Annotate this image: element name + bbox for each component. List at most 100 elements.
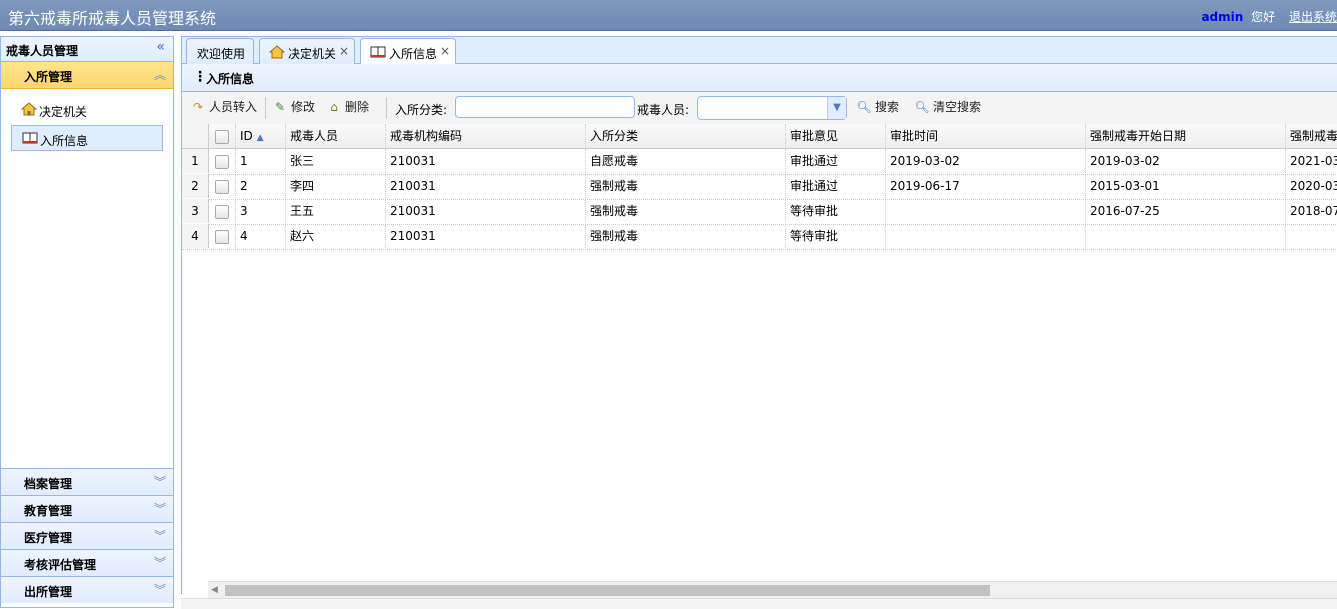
double-chevron-down-icon[interactable]: ︾ — [154, 554, 166, 571]
cell-start-date: 2015-03-01 — [1086, 174, 1286, 198]
cell-name: 王五 — [286, 199, 386, 223]
cell-org-code: 210031 — [386, 174, 586, 198]
app-title: 第六戒毒所戒毒人员管理系统 — [8, 9, 217, 28]
accordion-title: 医疗管理 — [24, 531, 73, 545]
sidebar-title: 戒毒人员管理 — [6, 44, 79, 58]
row-checkbox[interactable] — [209, 149, 236, 173]
book-icon — [22, 132, 38, 144]
cell-category: 强制戒毒 — [586, 199, 786, 223]
table-row[interactable]: 1 1 张三 210031 自愿戒毒 审批通过 2019-03-02 2019-… — [182, 149, 1337, 175]
data-grid: ID ▲ 戒毒人员 戒毒机构编码 入所分类 审批意见 审批时间 强制戒毒开始日期 … — [181, 124, 1337, 594]
cell-approval-time — [886, 199, 1086, 223]
user-area: admin 您好 退出系统 — [1201, 8, 1337, 25]
double-chevron-down-icon[interactable]: ︾ — [154, 581, 166, 598]
accordion-education[interactable]: 教育管理 ︾ — [1, 495, 173, 522]
double-chevron-down-icon[interactable]: ︾ — [154, 500, 166, 517]
row-number: 4 — [182, 224, 209, 248]
cell-category: 强制戒毒 — [586, 224, 786, 248]
column-header-org-code[interactable]: 戒毒机构编码 — [386, 124, 586, 148]
button-label: 修改 — [291, 100, 316, 114]
tab-decision-authority[interactable]: 决定机关 × — [259, 38, 355, 64]
search-icon: 🔍︎ — [856, 100, 872, 114]
redo-arrow-icon: ↷ — [192, 100, 204, 114]
cell-end-date — [1286, 224, 1337, 248]
table-row[interactable]: 2 2 李四 210031 强制戒毒 审批通过 2019-06-17 2015-… — [182, 174, 1337, 200]
trash-icon: ⌂ — [330, 100, 338, 114]
accordion-archive[interactable]: 档案管理 ︾ — [1, 468, 173, 495]
cell-end-date: 2018-07 — [1286, 199, 1337, 223]
search-icon: 🔍︎ — [914, 100, 930, 114]
double-chevron-down-icon[interactable]: ︾ — [154, 473, 166, 490]
sidebar-item-label: 决定机关 — [39, 105, 88, 119]
tab-entry-info[interactable]: 入所信息 × — [360, 38, 456, 65]
column-header-end-date[interactable]: 强制戒毒 — [1286, 124, 1337, 148]
column-header-name[interactable]: 戒毒人员 — [286, 124, 386, 148]
double-chevron-left-icon[interactable]: « — [156, 39, 165, 55]
clear-search-button[interactable]: 🔍︎ 清空搜索 — [914, 98, 981, 115]
tab-welcome[interactable]: 欢迎使用 — [186, 38, 254, 64]
row-checkbox[interactable] — [209, 174, 236, 198]
cell-org-code: 210031 — [386, 199, 586, 223]
column-header-category[interactable]: 入所分类 — [586, 124, 786, 148]
pencil-icon: ✎ — [274, 100, 286, 114]
cell-id: 3 — [236, 199, 286, 223]
header-label: ID — [240, 129, 253, 143]
row-number: 2 — [182, 174, 209, 198]
accordion-assessment[interactable]: 考核评估管理 ︾ — [1, 549, 173, 576]
select-all-checkbox[interactable] — [209, 124, 236, 148]
edit-button[interactable]: ✎ 修改 — [272, 98, 315, 115]
cell-start-date — [1086, 224, 1286, 248]
cell-approval-time: 2019-06-17 — [886, 174, 1086, 198]
delete-button[interactable]: ⌂ 删除 — [326, 98, 369, 115]
tab-label: 决定机关 — [288, 47, 337, 61]
sort-asc-icon: ▲ — [256, 133, 264, 143]
nav-tree: 决定机关 入所信息 — [1, 89, 173, 467]
tab-bar: 欢迎使用 决定机关 × 入所信息 × — [181, 36, 1337, 65]
cell-start-date: 2019-03-02 — [1086, 149, 1286, 173]
transfer-in-button[interactable]: ↷ 人员转入 — [190, 98, 257, 115]
row-checkbox[interactable] — [209, 199, 236, 223]
close-icon[interactable]: × — [440, 44, 450, 58]
tab-label: 入所信息 — [389, 47, 438, 61]
cell-name: 张三 — [286, 149, 386, 173]
cell-opinion: 审批通过 — [786, 149, 886, 173]
button-label: 人员转入 — [209, 100, 258, 114]
logout-link[interactable]: 退出系统 — [1289, 10, 1337, 24]
double-chevron-up-icon[interactable]: ︽ — [154, 66, 166, 83]
person-select[interactable]: ▼ — [697, 96, 847, 120]
scrollbar-thumb[interactable] — [225, 585, 990, 596]
cell-end-date: 2020-03 — [1286, 174, 1337, 198]
toolbar: ↷ 人员转入 ✎ 修改 ⌂ 删除 入所分类: 戒毒人员: ▼ 🔍︎ 搜索 🔍︎ 清空搜索 — [181, 92, 1337, 124]
category-input[interactable] — [455, 96, 635, 118]
accordion-medical[interactable]: 医疗管理 ︾ — [1, 522, 173, 549]
scroll-left-icon[interactable]: ◀ — [211, 585, 218, 595]
column-header-id[interactable]: ID ▲ — [236, 124, 286, 148]
double-chevron-down-icon[interactable]: ︾ — [154, 527, 166, 544]
column-header-start-date[interactable]: 强制戒毒开始日期 — [1086, 124, 1286, 148]
search-button[interactable]: 🔍︎ 搜索 — [856, 98, 899, 115]
column-header-opinion[interactable]: 审批意见 — [786, 124, 886, 148]
row-number-header — [182, 124, 209, 148]
horizontal-scrollbar[interactable]: ◀ — [208, 581, 1337, 599]
panel-header: ⋮ 入所信息 — [181, 64, 1337, 92]
column-header-approval-time[interactable]: 审批时间 — [886, 124, 1086, 148]
table-row[interactable]: 3 3 王五 210031 强制戒毒 等待审批 2016-07-25 2018-… — [182, 199, 1337, 225]
pagination-bar — [181, 598, 1337, 609]
house-icon — [269, 45, 285, 59]
sidebar-item-decision-authority[interactable]: 决定机关 — [11, 97, 163, 123]
sidebar-item-entry-info[interactable]: 入所信息 — [11, 125, 163, 151]
sidebar-item-label: 入所信息 — [40, 134, 89, 148]
row-checkbox[interactable] — [209, 224, 236, 248]
accordion-groups: 档案管理 ︾ 教育管理 ︾ 医疗管理 ︾ 考核评估管理 ︾ 出所管理 ︾ — [1, 468, 173, 603]
accordion-discharge[interactable]: 出所管理 ︾ — [1, 576, 173, 603]
table-row[interactable]: 4 4 赵六 210031 强制戒毒 等待审批 — [182, 224, 1337, 250]
accordion-entry-management[interactable]: 入所管理 ︽ — [1, 62, 173, 89]
close-icon[interactable]: × — [339, 44, 349, 58]
cell-opinion: 等待审批 — [786, 199, 886, 223]
greeting: 您好 — [1251, 10, 1276, 24]
button-label: 搜索 — [875, 100, 900, 114]
cell-org-code: 210031 — [386, 224, 586, 248]
accordion-title: 教育管理 — [24, 504, 73, 518]
cell-name: 李四 — [286, 174, 386, 198]
chevron-down-icon[interactable]: ▼ — [827, 97, 846, 119]
